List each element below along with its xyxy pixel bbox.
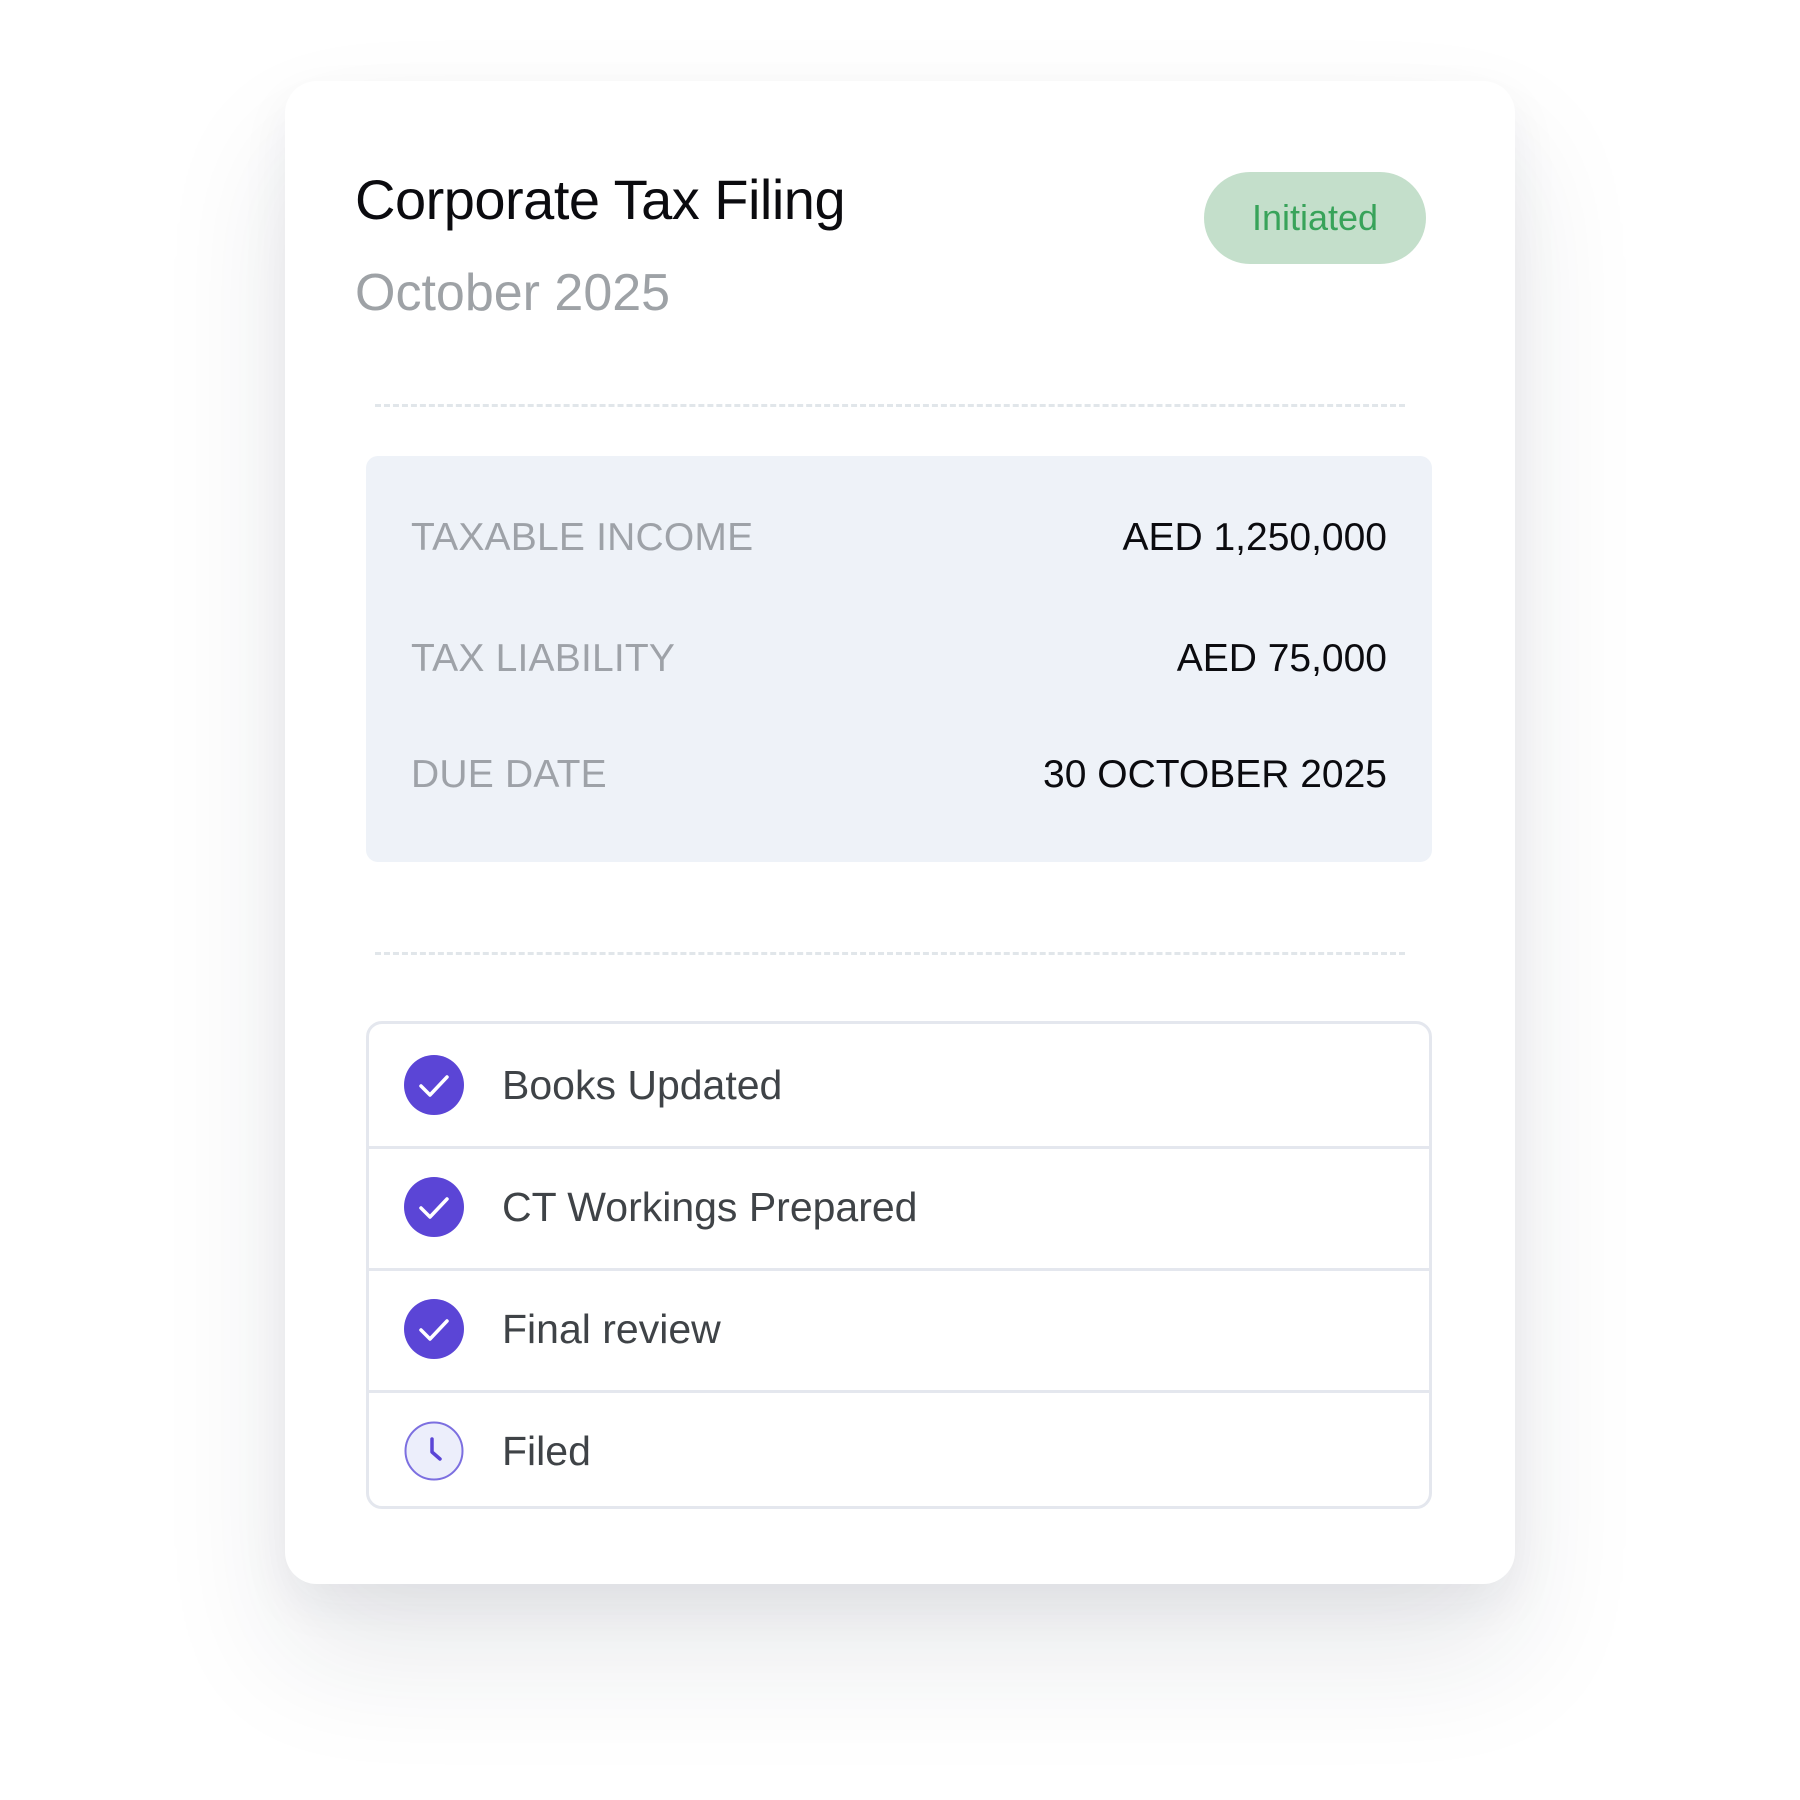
checklist-item-label: Books Updated — [502, 1061, 783, 1108]
divider-bottom — [375, 952, 1405, 955]
checklist-item-filed: Filed — [369, 1390, 1429, 1506]
summary-value: AED 1,250,000 — [1122, 516, 1387, 559]
summary-label: TAXABLE INCOME — [411, 516, 754, 559]
clock-icon — [404, 1421, 464, 1481]
card-title: Corporate Tax Filing — [355, 168, 846, 231]
checklist-item-final-review: Final review — [369, 1268, 1429, 1393]
filing-period: October 2025 — [355, 264, 671, 322]
divider-top — [375, 404, 1405, 407]
summary-label: DUE DATE — [411, 753, 607, 796]
checklist-item-books-updated: Books Updated — [369, 1024, 1429, 1149]
check-circle-icon — [404, 1055, 464, 1115]
summary-row-tax-liability: TAX LIABILITY AED 75,000 — [411, 629, 1387, 689]
summary-row-due-date: DUE DATE 30 OCTOBER 2025 — [411, 745, 1387, 805]
status-badge: Initiated — [1204, 172, 1426, 264]
check-circle-icon — [404, 1299, 464, 1359]
summary-value: AED 75,000 — [1176, 637, 1387, 680]
tax-summary-panel: TAXABLE INCOME AED 1,250,000 TAX LIABILI… — [366, 456, 1432, 862]
checklist-item-ct-workings: CT Workings Prepared — [369, 1146, 1429, 1271]
summary-value: 30 OCTOBER 2025 — [1043, 753, 1387, 796]
tax-filing-card: Corporate Tax Filing October 2025 Initia… — [285, 81, 1515, 1584]
checklist-item-label: Filed — [502, 1427, 591, 1474]
check-circle-icon — [404, 1177, 464, 1237]
checklist-item-label: Final review — [502, 1305, 721, 1352]
summary-row-taxable-income: TAXABLE INCOME AED 1,250,000 — [411, 508, 1387, 568]
summary-label: TAX LIABILITY — [411, 637, 676, 680]
filing-checklist: Books Updated CT Workings Prepared Final… — [366, 1021, 1432, 1509]
checklist-item-label: CT Workings Prepared — [502, 1183, 918, 1230]
